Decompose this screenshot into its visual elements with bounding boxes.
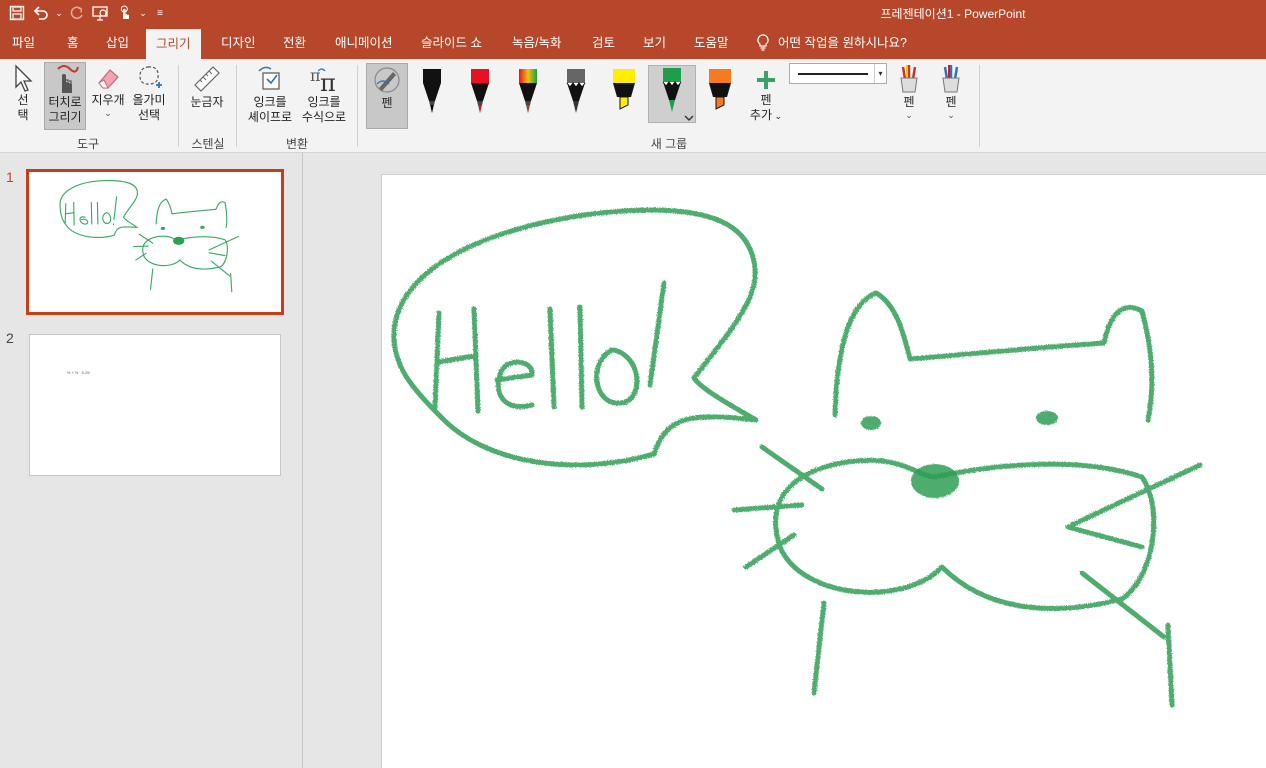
slide-1-ink-preview xyxy=(59,180,240,293)
group-divider xyxy=(178,65,179,147)
letter-e-ink xyxy=(494,359,535,410)
pen-circle-icon xyxy=(374,67,400,93)
slide-canvas[interactable] xyxy=(381,174,1266,768)
ink-drawing[interactable] xyxy=(382,175,1266,768)
slide-2-formula: ½ + ½ · 0.25 xyxy=(67,370,90,375)
svg-text:π: π xyxy=(320,69,336,95)
group-divider xyxy=(979,65,980,147)
slide-number: 1 xyxy=(6,169,14,185)
group-divider xyxy=(357,65,358,147)
highlighter-yellow-icon[interactable] xyxy=(607,65,641,123)
pen-draw-button[interactable]: 펜 xyxy=(366,63,408,129)
pens-group-label: 새 그룹 xyxy=(650,137,688,151)
pen-galaxy-icon[interactable] xyxy=(511,65,545,123)
thickness-line-preview xyxy=(798,73,868,75)
thickness-dropdown-chevron-icon[interactable]: ▾ xyxy=(874,64,886,83)
pencil-gray-icon[interactable] xyxy=(559,65,593,123)
stencils-group-label: 스텐실 xyxy=(191,137,225,151)
speech-bubble-ink xyxy=(391,207,759,468)
ribbon-draw: 선 택 터치로 그리기 지우개 ⌄ 올가미 선택 도구 눈금자 스텐실 잉크를 … xyxy=(0,59,1266,153)
document-name: 프레젠테이션1 xyxy=(880,7,954,21)
pencil-cup-icon xyxy=(942,65,960,93)
touch-draw-icon xyxy=(57,65,79,93)
pencil-cup-2-chevron-icon[interactable]: ⌄ xyxy=(935,110,967,120)
draw-with-touch-button[interactable]: 터치로 그리기 xyxy=(44,62,86,130)
app-name: PowerPoint xyxy=(964,7,1026,21)
pen-red-icon[interactable] xyxy=(463,65,497,123)
convert-group-label: 변환 xyxy=(285,137,309,151)
tell-me-search[interactable]: 어떤 작업을 원하시나요? xyxy=(756,27,907,59)
tab-design[interactable]: 디자인 xyxy=(211,27,266,59)
tab-insert[interactable]: 삽입 xyxy=(96,27,139,59)
lasso-icon xyxy=(139,66,162,88)
tab-animations[interactable]: 애니메이션 xyxy=(325,27,403,59)
slide-number: 2 xyxy=(6,330,14,346)
add-pen-button[interactable]: 펜 추가 ⌄ xyxy=(746,67,786,133)
letter-o-ink xyxy=(594,347,640,406)
group-divider xyxy=(236,65,237,147)
letter-h-ink xyxy=(432,306,481,414)
pencil-cup-button-1[interactable]: 펜 ⌄ xyxy=(893,63,925,133)
letter-l-ink xyxy=(547,306,557,410)
cursor-arrow-icon xyxy=(15,64,33,92)
lasso-select-button[interactable]: 올가미 선택 xyxy=(128,63,170,133)
slide-editor[interactable] xyxy=(304,153,1266,768)
tab-home[interactable]: 홈 xyxy=(57,27,89,59)
pi-math-icon: ππ xyxy=(310,66,336,95)
window-title: 프레젠테이션1 - PowerPoint xyxy=(880,7,1026,21)
pen-black-icon[interactable] xyxy=(415,65,449,123)
eraser-dropdown-chevron-icon[interactable]: ⌄ xyxy=(88,108,128,118)
slide-thumbnails-pane[interactable]: 1 2 ½ + ½ · 0.25 xyxy=(0,153,303,768)
pencil-cup-icon xyxy=(900,65,918,93)
slide-thumbnail-1[interactable] xyxy=(26,169,284,315)
ribbon-tabs: 파일 홈 삽입 그리기 디자인 전환 애니메이션 슬라이드 쇼 녹음/녹화 검토… xyxy=(0,27,1266,59)
tab-draw[interactable]: 그리기 xyxy=(146,29,201,59)
ruler-icon xyxy=(194,66,220,92)
tell-me-text: 어떤 작업을 원하시나요? xyxy=(778,36,907,50)
letter-l-ink xyxy=(577,304,585,410)
tab-view[interactable]: 보기 xyxy=(633,27,676,59)
tab-review[interactable]: 검토 xyxy=(582,27,625,59)
ink-to-shape-button[interactable]: 잉크를 셰이프로 xyxy=(244,63,296,133)
cat-legs-ink xyxy=(811,600,1175,708)
exclamation-ink xyxy=(647,280,667,388)
eraser-button[interactable]: 지우개 ⌄ xyxy=(88,63,128,133)
select-button[interactable]: 선 택 xyxy=(8,63,38,133)
cat-nose-ink xyxy=(911,464,959,498)
pencil-cup-button-2[interactable]: 펜 ⌄ xyxy=(935,63,967,133)
title-bar: ⌄ ⌄ ≡ 프레젠테이션1 - PowerPoint xyxy=(0,0,1266,27)
cat-ears-ink xyxy=(832,290,1155,423)
ruler-button[interactable]: 눈금자 xyxy=(184,63,230,133)
tab-help[interactable]: 도움말 xyxy=(684,27,739,59)
tab-file[interactable]: 파일 xyxy=(2,27,45,59)
ink-to-shape-icon xyxy=(258,66,280,90)
tab-transitions[interactable]: 전환 xyxy=(273,27,316,59)
cat-eye-left-ink xyxy=(861,416,881,430)
plus-icon xyxy=(757,71,775,89)
tab-slideshow[interactable]: 슬라이드 쇼 xyxy=(411,27,492,59)
pencil-cup-1-chevron-icon[interactable]: ⌄ xyxy=(893,110,925,120)
tools-group-label: 도구 xyxy=(76,137,100,151)
eraser-icon xyxy=(98,69,119,89)
tab-recording[interactable]: 녹음/녹화 xyxy=(502,27,571,59)
cat-eye-right-ink xyxy=(1036,411,1058,425)
pen-thickness-dropdown[interactable]: ▾ xyxy=(789,63,887,84)
pencil-green-selected-icon[interactable] xyxy=(648,65,696,123)
highlighter-orange-icon[interactable] xyxy=(703,65,737,123)
lightbulb-icon xyxy=(757,34,769,51)
ink-to-math-button[interactable]: ππ 잉크를 수식으로 xyxy=(298,63,350,133)
svg-text:π: π xyxy=(310,66,321,85)
slide-thumbnail-2[interactable]: ½ + ½ · 0.25 xyxy=(29,334,281,476)
